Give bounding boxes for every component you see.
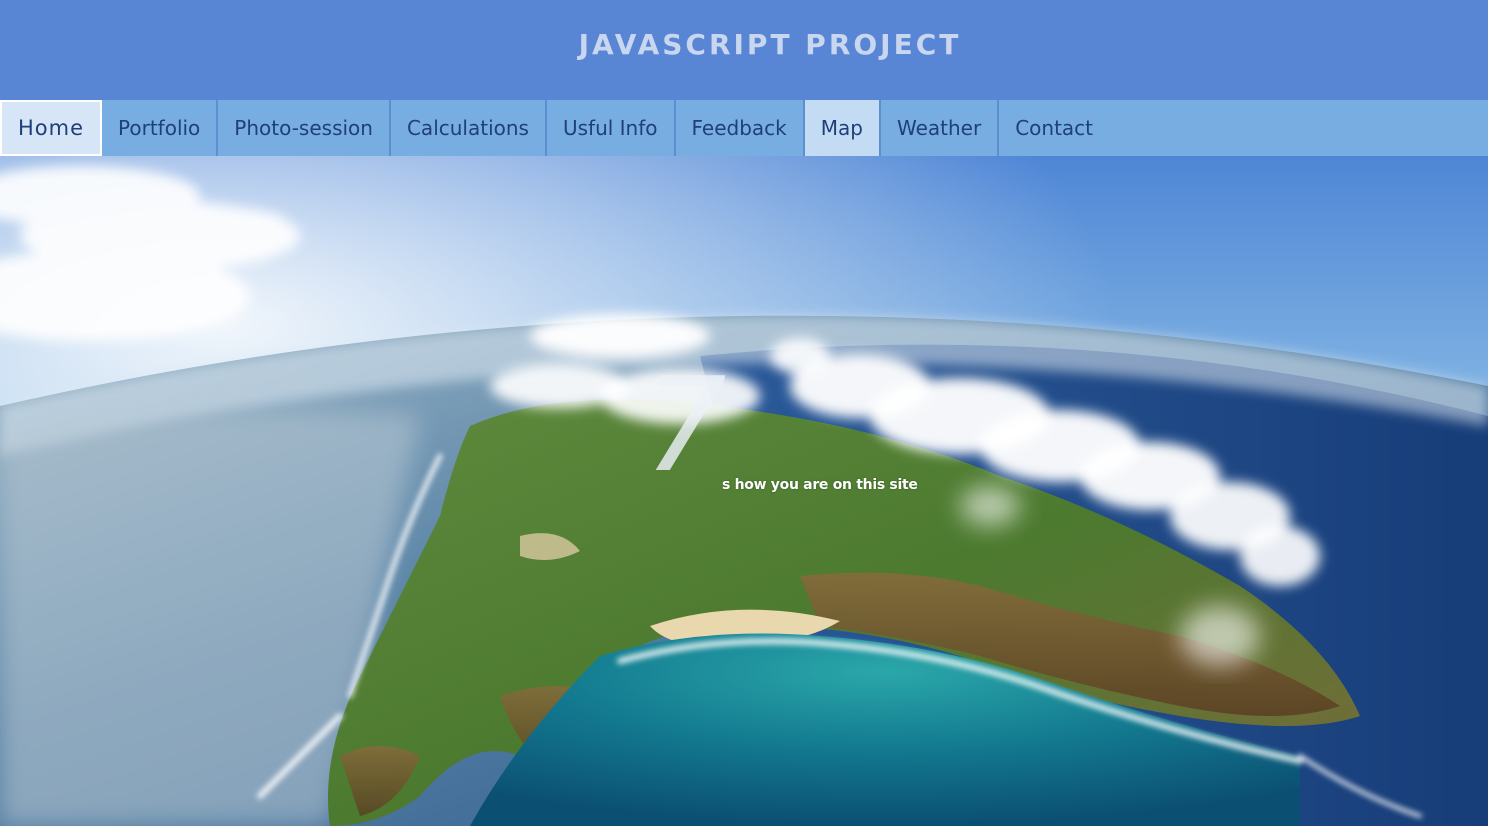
visit-counter-text: s how you are on this site xyxy=(722,477,918,493)
nav-item-weather[interactable]: Weather xyxy=(881,100,1000,156)
nav-item-useful-info[interactable]: Usful Info xyxy=(547,100,676,156)
page: JAVASCRIPT PROJECT Home Portfolio Photo-… xyxy=(0,0,1488,826)
site-header: JAVASCRIPT PROJECT xyxy=(0,0,1488,100)
visit-counter-number: 7 xyxy=(643,349,727,501)
nav-item-calculations[interactable]: Calculations xyxy=(391,100,547,156)
nav-item-map[interactable]: Map xyxy=(804,100,881,156)
nav-item-contact[interactable]: Contact xyxy=(999,100,1109,156)
nav-item-photo-session[interactable]: Photo-session xyxy=(218,100,391,156)
nav-item-home[interactable]: Home xyxy=(0,100,103,156)
main-nav: Home Portfolio Photo-session Calculation… xyxy=(0,100,1488,156)
site-title: JAVASCRIPT PROJECT xyxy=(578,28,962,61)
hero-background-image: 7 s how you are on this site xyxy=(0,156,1488,826)
nav-item-portfolio[interactable]: Portfolio xyxy=(102,100,219,156)
nav-item-feedback[interactable]: Feedback xyxy=(676,100,805,156)
